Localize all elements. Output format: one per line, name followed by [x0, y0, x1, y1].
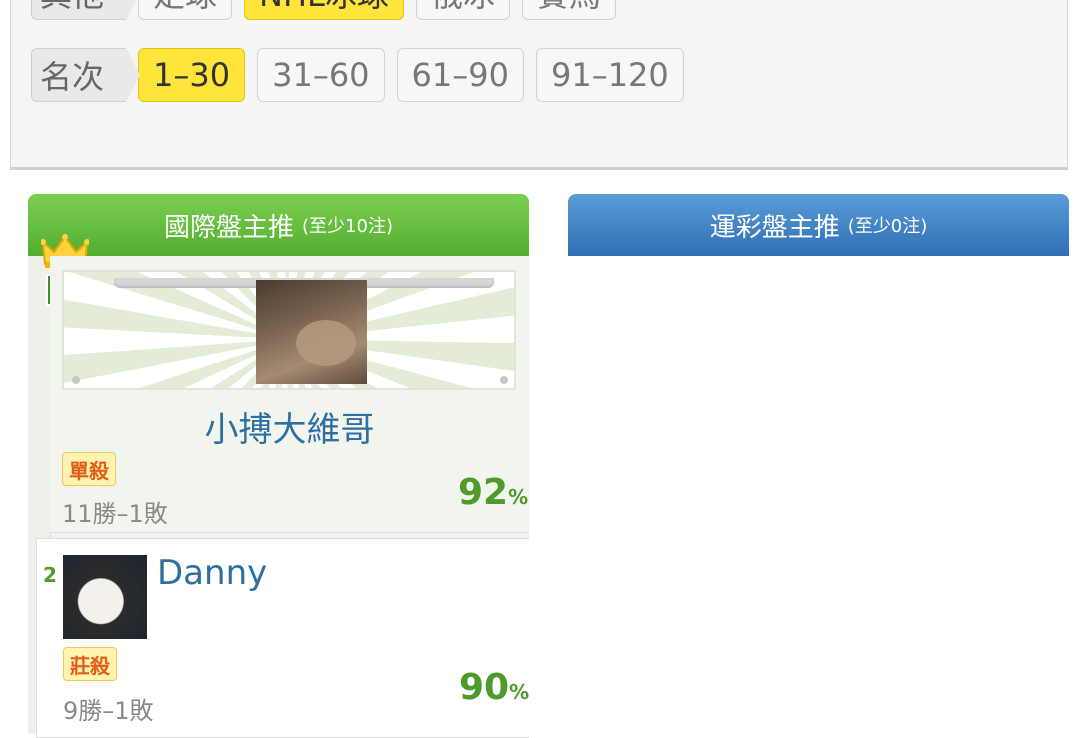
rank-number: 2 — [43, 563, 57, 587]
win-loss-record: 9勝–1敗 — [63, 697, 154, 725]
header-subtitle: (至少0注) — [847, 216, 928, 237]
win-percentage: 92% — [458, 472, 528, 513]
user-name[interactable]: 小搏大維哥 — [50, 402, 529, 451]
ranking-card-1[interactable]: 小搏大維哥 單殺 11勝–1敗 92% — [50, 256, 529, 533]
user-avatar[interactable] — [63, 555, 147, 639]
rank-chip-1-30[interactable]: 1–30 — [138, 48, 246, 102]
filter-chip-khl[interactable]: 俄冰 — [415, 0, 510, 20]
filter-row-rank: 名次 1–30 31–60 61–90 91–120 — [31, 48, 696, 102]
header-title: 國際盤主推 — [164, 212, 295, 243]
filter-row-label: 其他 — [31, 0, 141, 20]
percent-sign: % — [508, 485, 529, 509]
filter-chip-nhl[interactable]: NHL冰球 — [244, 0, 404, 20]
win-loss-record: 11勝–1敗 — [62, 500, 168, 528]
filter-row-label: 名次 — [31, 48, 141, 102]
filter-chip-soccer[interactable]: 足球 — [138, 0, 233, 20]
filter-panel: 其他 足球 NHL冰球 俄冰 賽馬 名次 1–30 31–60 61–90 91… — [10, 0, 1068, 170]
ranking-card-2[interactable]: 2 Danny 莊殺 9勝–1敗 90% — [36, 538, 529, 738]
lottery-picks-column: 運彩盤主推 (至少0注) — [568, 194, 1069, 256]
win-percentage-value: 90 — [459, 667, 510, 708]
pick-type-badge: 莊殺 — [63, 647, 117, 681]
international-picks-header[interactable]: 國際盤主推 (至少10注) — [28, 194, 529, 256]
rank-chip-61-90[interactable]: 61–90 — [396, 48, 524, 102]
filter-row-other: 其他 足球 NHL冰球 俄冰 賽馬 — [31, 0, 628, 20]
frame-dot — [72, 376, 80, 384]
user-name[interactable]: Danny — [157, 553, 267, 593]
rank-chip-31-60[interactable]: 31–60 — [257, 48, 385, 102]
frame-dot — [500, 376, 508, 384]
win-percentage-value: 92 — [458, 472, 509, 513]
user-avatar[interactable] — [256, 280, 367, 384]
header-subtitle: (至少10注) — [302, 216, 393, 237]
win-percentage: 90% — [459, 667, 529, 708]
lottery-picks-header[interactable]: 運彩盤主推 (至少0注) — [568, 194, 1069, 256]
header-title: 運彩盤主推 — [709, 212, 840, 243]
rank-chip-91-120[interactable]: 91–120 — [535, 48, 684, 102]
pick-type-badge: 單殺 — [62, 452, 116, 486]
filter-chip-horse-racing[interactable]: 賽馬 — [521, 0, 616, 20]
percent-sign: % — [509, 680, 530, 704]
